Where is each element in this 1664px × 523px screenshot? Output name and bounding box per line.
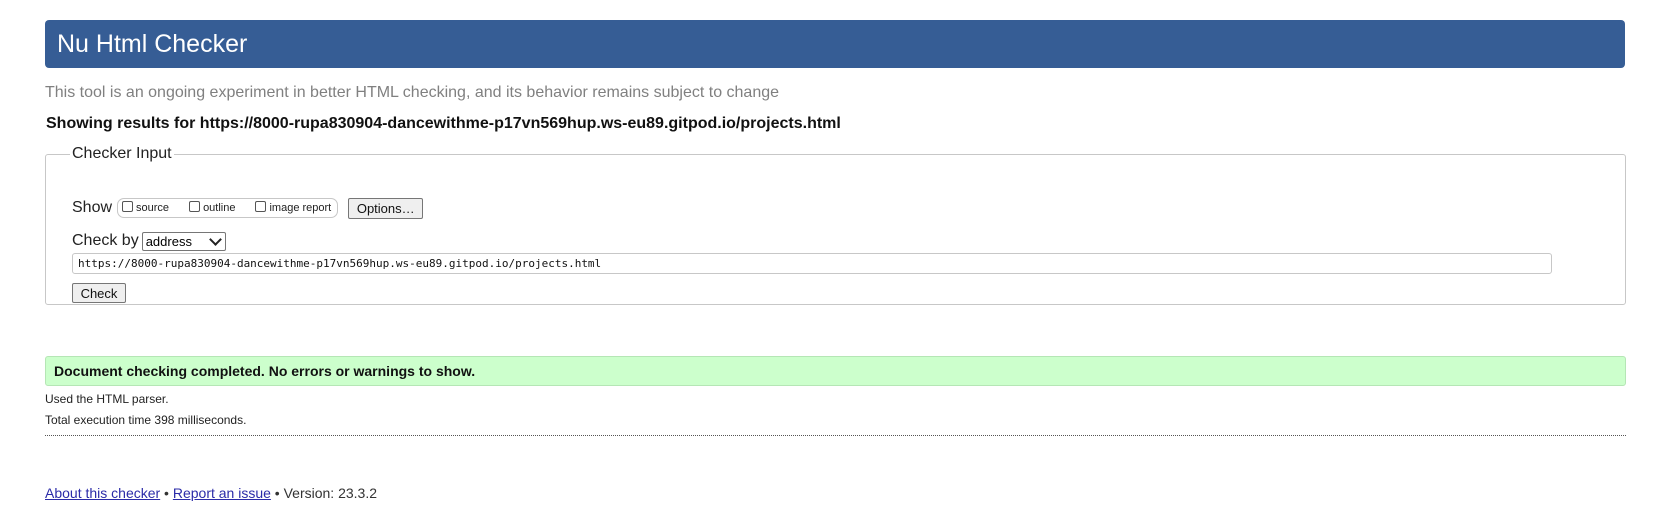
header-banner: Nu Html Checker bbox=[45, 20, 1625, 68]
show-outline-option[interactable]: outline bbox=[189, 200, 236, 214]
check-by-row: Check by address bbox=[72, 230, 226, 252]
outline-checkbox-label: outline bbox=[203, 202, 236, 214]
show-image-report-option[interactable]: image report bbox=[255, 200, 332, 214]
version-text: Version: 23.3.2 bbox=[283, 485, 378, 501]
show-options-group: source outline image report bbox=[117, 198, 339, 218]
check-by-label: Check by bbox=[72, 232, 139, 249]
footer-separator: • bbox=[160, 485, 173, 501]
execution-time-note: Total execution time 398 milliseconds. bbox=[45, 413, 247, 427]
page: Nu Html Checker This tool is an ongoing … bbox=[0, 0, 1664, 523]
checker-input-fieldset: Checker Input Show source outline image … bbox=[45, 145, 1626, 305]
options-button[interactable]: Options… bbox=[348, 197, 424, 219]
outline-checkbox[interactable] bbox=[189, 200, 201, 212]
success-message: Document checking completed. No errors o… bbox=[45, 356, 1626, 386]
checker-input-legend: Checker Input bbox=[72, 145, 172, 162]
source-checkbox[interactable] bbox=[122, 200, 134, 212]
image-report-checkbox[interactable] bbox=[255, 200, 267, 212]
page-title: Nu Html Checker bbox=[57, 29, 248, 58]
source-checkbox-label: source bbox=[136, 202, 170, 214]
footer-separator: • bbox=[270, 485, 284, 501]
check-by-selected-value: address bbox=[145, 233, 192, 249]
results-heading: Showing results for https://8000-rupa830… bbox=[46, 115, 841, 132]
report-issue-link[interactable]: Report an issue bbox=[173, 485, 271, 501]
about-checker-link[interactable]: About this checker bbox=[45, 485, 160, 501]
divider bbox=[45, 435, 1626, 436]
parser-note: Used the HTML parser. bbox=[45, 392, 169, 406]
check-button[interactable]: Check bbox=[72, 283, 126, 303]
url-input[interactable]: https://8000-rupa830904-dancewithme-p17v… bbox=[72, 253, 1552, 274]
footer: About this checker • Report an issue • V… bbox=[45, 485, 377, 501]
show-label: Show bbox=[72, 199, 113, 216]
chevron-down-icon bbox=[208, 232, 222, 246]
image-report-checkbox-label: image report bbox=[269, 202, 332, 214]
tagline: This tool is an ongoing experiment in be… bbox=[45, 84, 780, 101]
show-source-option[interactable]: source bbox=[122, 200, 170, 214]
show-row: Show source outline image report Options… bbox=[72, 197, 424, 219]
check-by-select[interactable]: address bbox=[141, 231, 226, 251]
